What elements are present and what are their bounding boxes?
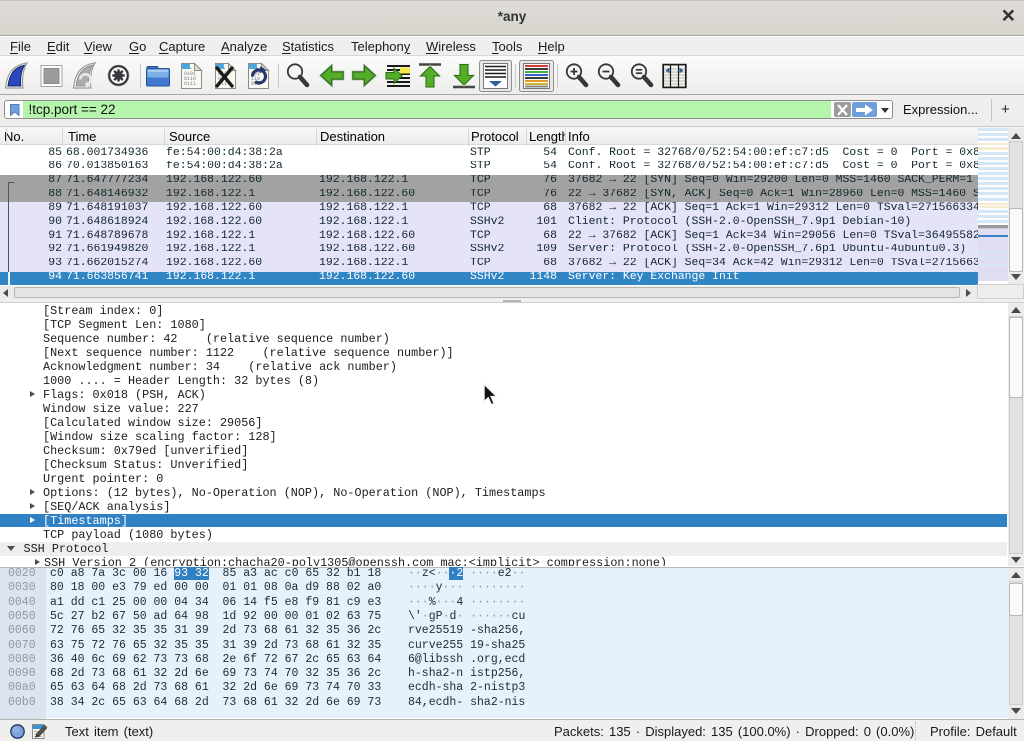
svg-text:0111: 0111 (184, 81, 196, 87)
